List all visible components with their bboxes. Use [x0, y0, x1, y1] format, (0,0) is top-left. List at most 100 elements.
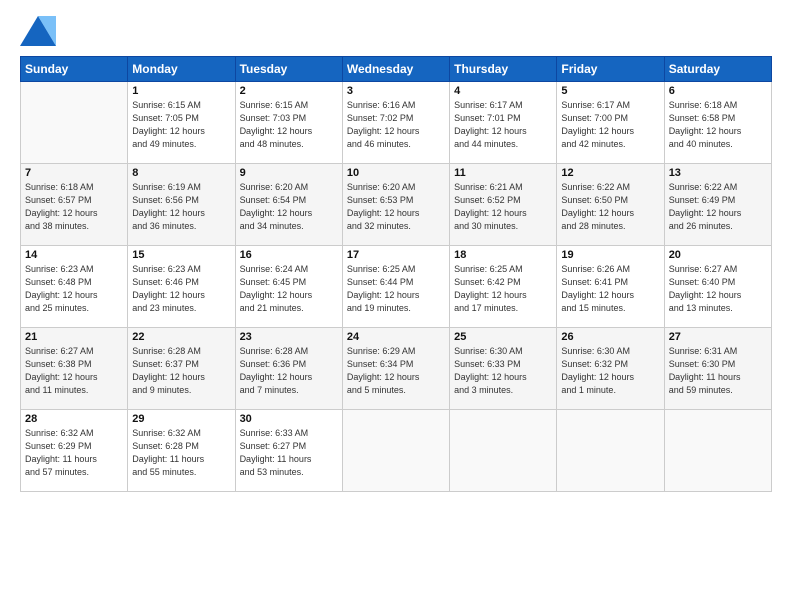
day-number: 7	[25, 167, 123, 179]
day-number: 11	[454, 167, 552, 179]
day-number: 17	[347, 249, 445, 261]
logo-icon	[20, 16, 56, 46]
day-number: 8	[132, 167, 230, 179]
day-info: Sunrise: 6:16 AM Sunset: 7:02 PM Dayligh…	[347, 99, 445, 151]
day-number: 3	[347, 85, 445, 97]
day-info: Sunrise: 6:18 AM Sunset: 6:57 PM Dayligh…	[25, 181, 123, 233]
day-info: Sunrise: 6:17 AM Sunset: 7:01 PM Dayligh…	[454, 99, 552, 151]
day-info: Sunrise: 6:30 AM Sunset: 6:32 PM Dayligh…	[561, 345, 659, 397]
calendar-weekday-sunday: Sunday	[21, 57, 128, 82]
calendar-weekday-friday: Friday	[557, 57, 664, 82]
day-info: Sunrise: 6:31 AM Sunset: 6:30 PM Dayligh…	[669, 345, 767, 397]
day-info: Sunrise: 6:20 AM Sunset: 6:53 PM Dayligh…	[347, 181, 445, 233]
day-info: Sunrise: 6:19 AM Sunset: 6:56 PM Dayligh…	[132, 181, 230, 233]
day-number: 9	[240, 167, 338, 179]
day-number: 5	[561, 85, 659, 97]
calendar-cell: 18 Sunrise: 6:25 AM Sunset: 6:42 PM Dayli…	[450, 246, 557, 328]
calendar-cell: 29 Sunrise: 6:32 AM Sunset: 6:28 PM Dayli…	[128, 410, 235, 492]
day-number: 20	[669, 249, 767, 261]
day-number: 23	[240, 331, 338, 343]
calendar-week-row: 14Sunrise: 6:23 AM Sunset: 6:48 PM Dayli…	[21, 246, 772, 328]
calendar-cell: 12Sunrise: 6:22 AM Sunset: 6:50 PM Dayli…	[557, 164, 664, 246]
calendar-cell: 23 Sunrise: 6:28 AM Sunset: 6:36 PM Dayli…	[235, 328, 342, 410]
calendar-cell: 13 Sunrise: 6:22 AM Sunset: 6:49 PM Dayli…	[664, 164, 771, 246]
day-number: 2	[240, 85, 338, 97]
day-number: 4	[454, 85, 552, 97]
calendar-header-row: SundayMondayTuesdayWednesdayThursdayFrid…	[21, 57, 772, 82]
day-info: Sunrise: 6:29 AM Sunset: 6:34 PM Dayligh…	[347, 345, 445, 397]
calendar-cell: 14Sunrise: 6:23 AM Sunset: 6:48 PM Dayli…	[21, 246, 128, 328]
calendar-cell	[557, 410, 664, 492]
day-number: 16	[240, 249, 338, 261]
day-info: Sunrise: 6:32 AM Sunset: 6:28 PM Dayligh…	[132, 427, 230, 479]
day-number: 10	[347, 167, 445, 179]
calendar-week-row: 28Sunrise: 6:32 AM Sunset: 6:29 PM Dayli…	[21, 410, 772, 492]
calendar-cell: 1 Sunrise: 6:15 AM Sunset: 7:05 PM Daylig…	[128, 82, 235, 164]
calendar-cell	[342, 410, 449, 492]
day-number: 6	[669, 85, 767, 97]
page: SundayMondayTuesdayWednesdayThursdayFrid…	[0, 0, 792, 612]
calendar-cell	[664, 410, 771, 492]
calendar-cell: 6 Sunrise: 6:18 AM Sunset: 6:58 PM Daylig…	[664, 82, 771, 164]
day-info: Sunrise: 6:24 AM Sunset: 6:45 PM Dayligh…	[240, 263, 338, 315]
calendar-cell: 17 Sunrise: 6:25 AM Sunset: 6:44 PM Dayli…	[342, 246, 449, 328]
day-info: Sunrise: 6:33 AM Sunset: 6:27 PM Dayligh…	[240, 427, 338, 479]
day-number: 21	[25, 331, 123, 343]
calendar-cell: 20 Sunrise: 6:27 AM Sunset: 6:40 PM Dayli…	[664, 246, 771, 328]
calendar-cell: 8 Sunrise: 6:19 AM Sunset: 6:56 PM Daylig…	[128, 164, 235, 246]
day-number: 18	[454, 249, 552, 261]
day-number: 1	[132, 85, 230, 97]
calendar-cell: 27 Sunrise: 6:31 AM Sunset: 6:30 PM Dayli…	[664, 328, 771, 410]
calendar-weekday-thursday: Thursday	[450, 57, 557, 82]
day-number: 24	[347, 331, 445, 343]
day-number: 19	[561, 249, 659, 261]
day-info: Sunrise: 6:17 AM Sunset: 7:00 PM Dayligh…	[561, 99, 659, 151]
calendar-cell: 7 Sunrise: 6:18 AM Sunset: 6:57 PM Daylig…	[21, 164, 128, 246]
day-number: 25	[454, 331, 552, 343]
calendar-weekday-saturday: Saturday	[664, 57, 771, 82]
calendar-cell: 3 Sunrise: 6:16 AM Sunset: 7:02 PM Daylig…	[342, 82, 449, 164]
day-info: Sunrise: 6:30 AM Sunset: 6:33 PM Dayligh…	[454, 345, 552, 397]
day-info: Sunrise: 6:28 AM Sunset: 6:37 PM Dayligh…	[132, 345, 230, 397]
calendar-cell: 9 Sunrise: 6:20 AM Sunset: 6:54 PM Daylig…	[235, 164, 342, 246]
day-info: Sunrise: 6:25 AM Sunset: 6:42 PM Dayligh…	[454, 263, 552, 315]
calendar-cell: 15 Sunrise: 6:23 AM Sunset: 6:46 PM Dayli…	[128, 246, 235, 328]
day-number: 27	[669, 331, 767, 343]
day-info: Sunrise: 6:18 AM Sunset: 6:58 PM Dayligh…	[669, 99, 767, 151]
calendar-cell: 4 Sunrise: 6:17 AM Sunset: 7:01 PM Daylig…	[450, 82, 557, 164]
calendar-cell: 25 Sunrise: 6:30 AM Sunset: 6:33 PM Dayli…	[450, 328, 557, 410]
day-info: Sunrise: 6:28 AM Sunset: 6:36 PM Dayligh…	[240, 345, 338, 397]
day-info: Sunrise: 6:27 AM Sunset: 6:38 PM Dayligh…	[25, 345, 123, 397]
day-info: Sunrise: 6:25 AM Sunset: 6:44 PM Dayligh…	[347, 263, 445, 315]
calendar-table: SundayMondayTuesdayWednesdayThursdayFrid…	[20, 56, 772, 492]
day-number: 22	[132, 331, 230, 343]
calendar-cell	[21, 82, 128, 164]
calendar-cell: 26 Sunrise: 6:30 AM Sunset: 6:32 PM Dayli…	[557, 328, 664, 410]
day-number: 30	[240, 413, 338, 425]
day-info: Sunrise: 6:23 AM Sunset: 6:46 PM Dayligh…	[132, 263, 230, 315]
day-info: Sunrise: 6:20 AM Sunset: 6:54 PM Dayligh…	[240, 181, 338, 233]
day-info: Sunrise: 6:15 AM Sunset: 7:03 PM Dayligh…	[240, 99, 338, 151]
day-number: 26	[561, 331, 659, 343]
calendar-week-row: 21 Sunrise: 6:27 AM Sunset: 6:38 PM Dayli…	[21, 328, 772, 410]
header	[20, 16, 772, 46]
calendar-weekday-wednesday: Wednesday	[342, 57, 449, 82]
calendar-weekday-tuesday: Tuesday	[235, 57, 342, 82]
calendar-cell: 5 Sunrise: 6:17 AM Sunset: 7:00 PM Daylig…	[557, 82, 664, 164]
day-info: Sunrise: 6:22 AM Sunset: 6:49 PM Dayligh…	[669, 181, 767, 233]
calendar-cell: 21 Sunrise: 6:27 AM Sunset: 6:38 PM Dayli…	[21, 328, 128, 410]
day-number: 29	[132, 413, 230, 425]
day-info: Sunrise: 6:27 AM Sunset: 6:40 PM Dayligh…	[669, 263, 767, 315]
day-info: Sunrise: 6:22 AM Sunset: 6:50 PM Dayligh…	[561, 181, 659, 233]
day-number: 15	[132, 249, 230, 261]
calendar-cell: 19 Sunrise: 6:26 AM Sunset: 6:41 PM Dayli…	[557, 246, 664, 328]
day-info: Sunrise: 6:26 AM Sunset: 6:41 PM Dayligh…	[561, 263, 659, 315]
calendar-cell: 30 Sunrise: 6:33 AM Sunset: 6:27 PM Dayli…	[235, 410, 342, 492]
day-info: Sunrise: 6:21 AM Sunset: 6:52 PM Dayligh…	[454, 181, 552, 233]
calendar-cell: 28Sunrise: 6:32 AM Sunset: 6:29 PM Dayli…	[21, 410, 128, 492]
calendar-cell: 11 Sunrise: 6:21 AM Sunset: 6:52 PM Dayli…	[450, 164, 557, 246]
calendar-cell	[450, 410, 557, 492]
logo	[20, 16, 60, 46]
day-number: 13	[669, 167, 767, 179]
day-info: Sunrise: 6:15 AM Sunset: 7:05 PM Dayligh…	[132, 99, 230, 151]
